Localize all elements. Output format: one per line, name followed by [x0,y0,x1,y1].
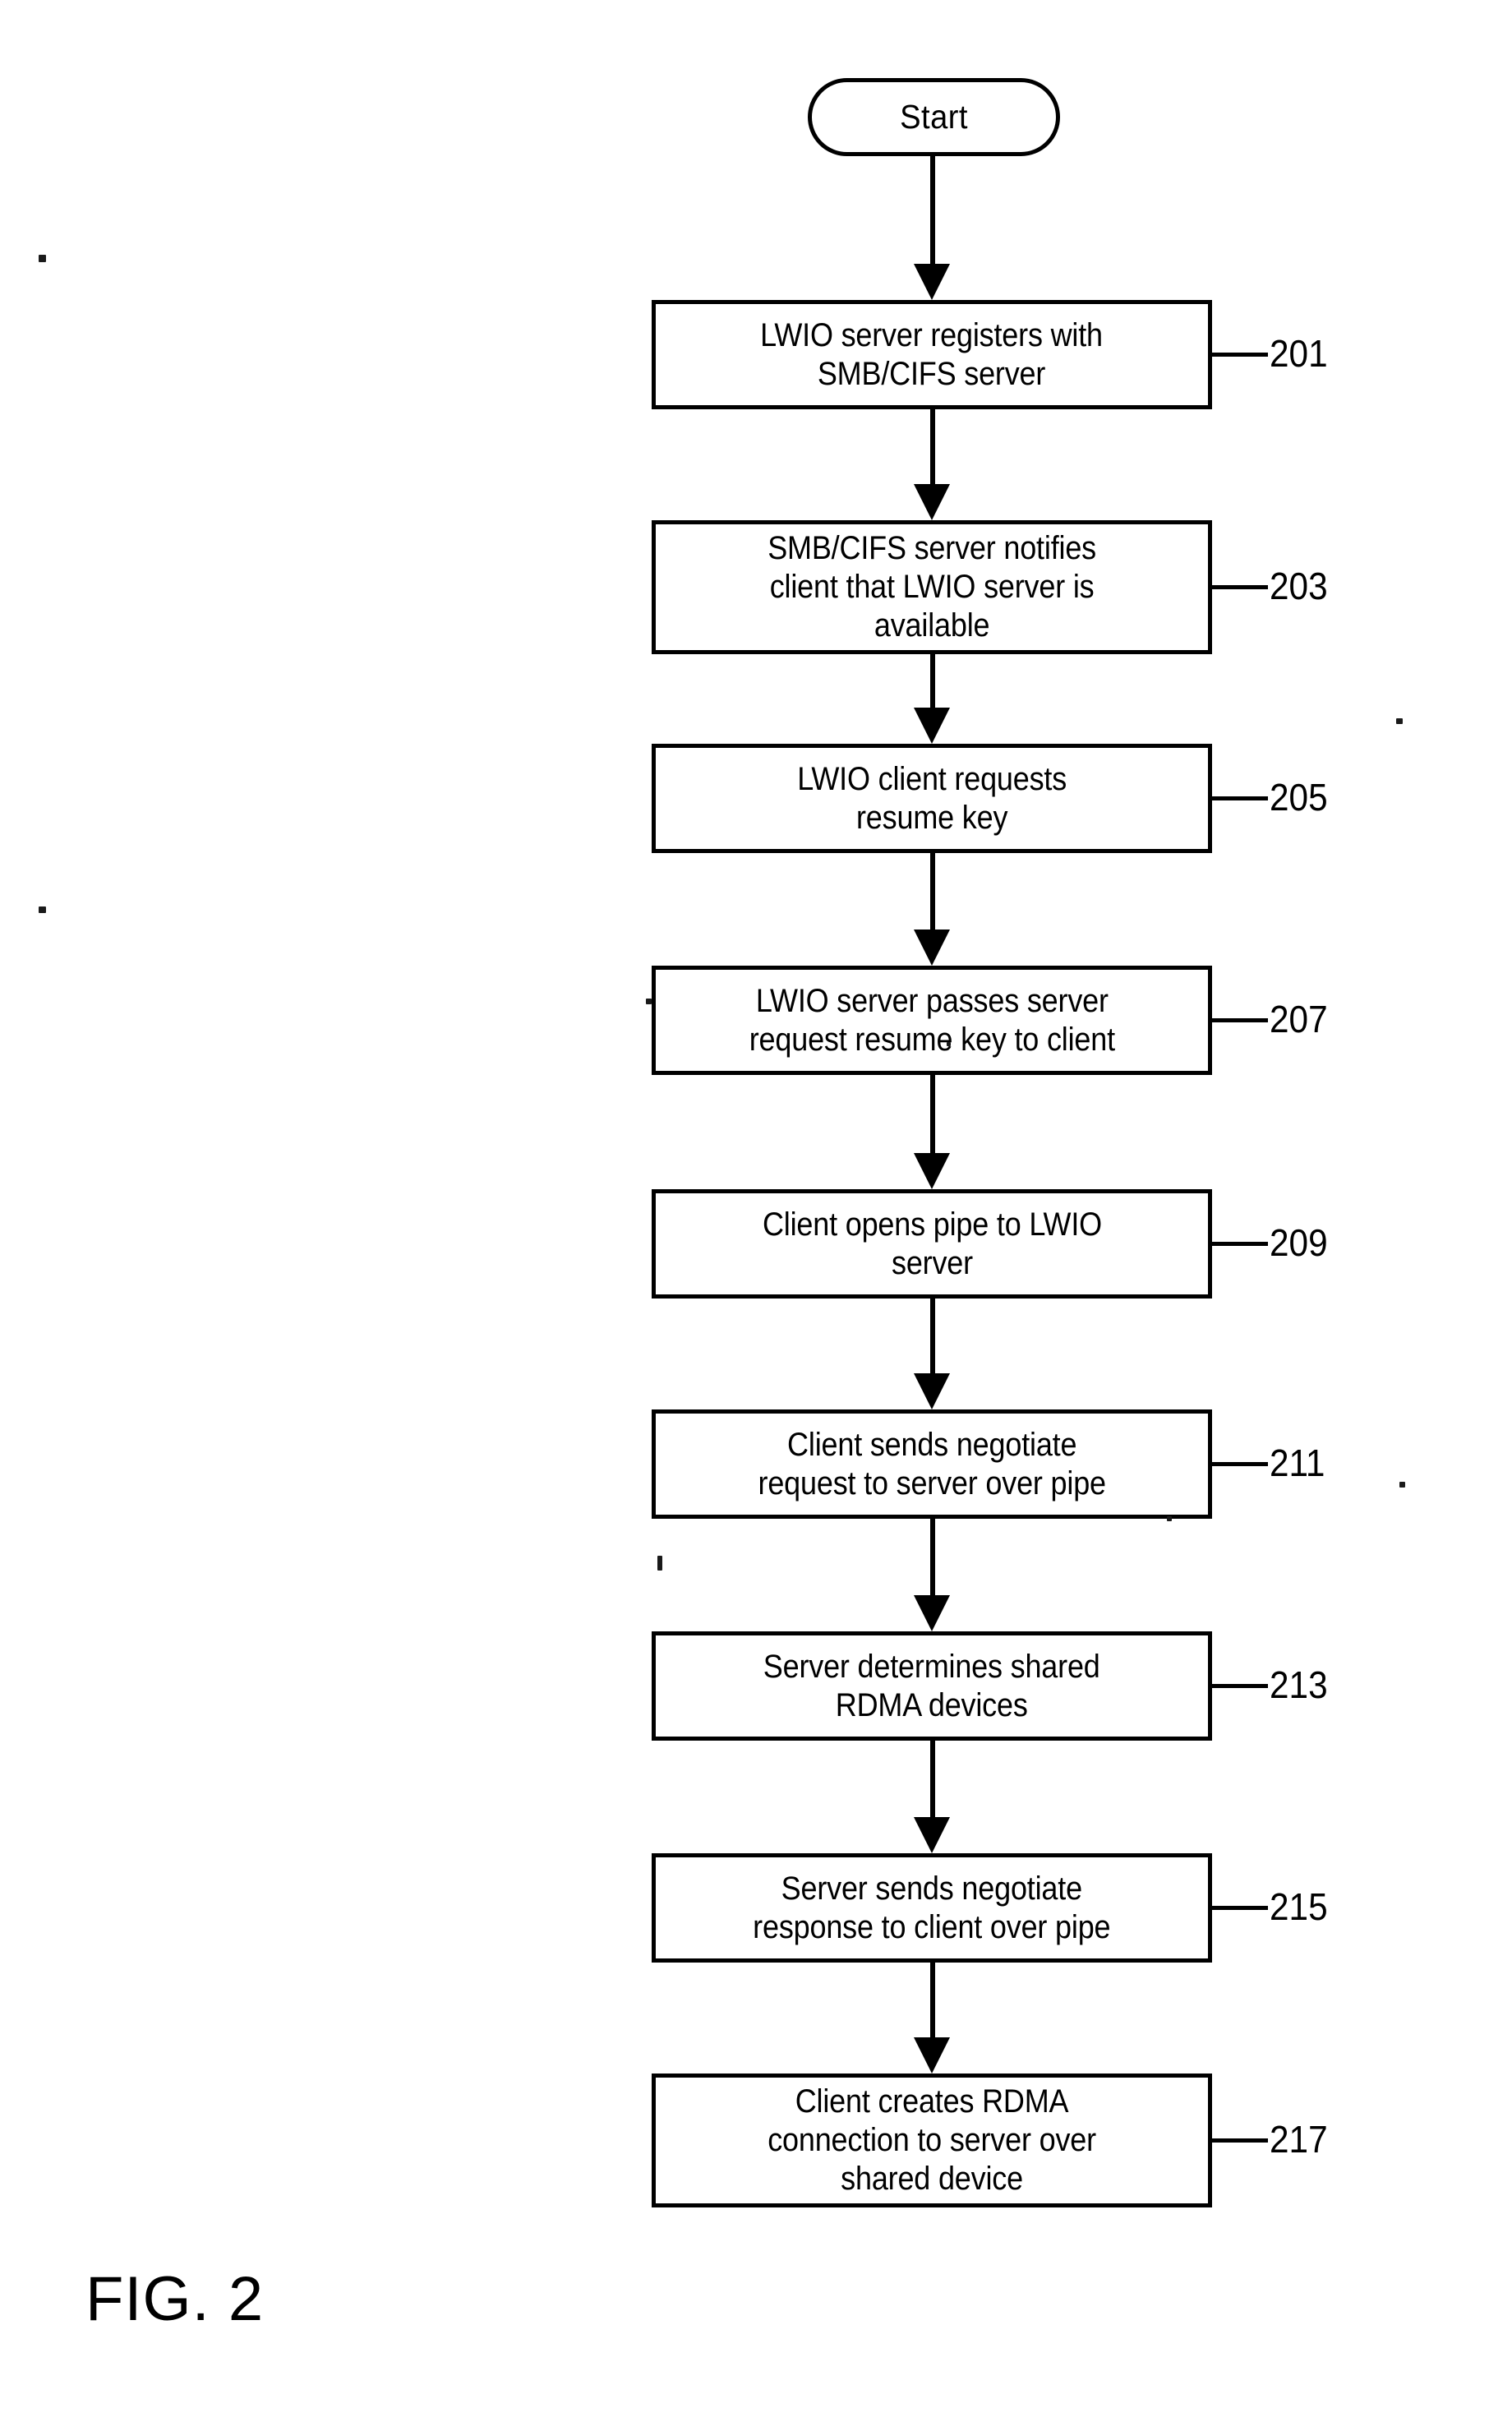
flowchart-step-label: LWIO client requests resume key [797,760,1067,836]
flow-connector-line [930,1963,935,2041]
flow-connector-arrowhead [914,2037,950,2074]
start-terminal-label: Start [900,98,968,136]
flowchart-step-label: Server determines shared RDMA devices [763,1648,1100,1723]
flow-connector-arrowhead [914,1373,950,1409]
flowchart-start-terminal: Start [808,78,1060,156]
reference-numeral-text: 217 [1270,2117,1328,2161]
flow-connector-arrowhead [914,1817,950,1853]
reference-numeral-text: 213 [1270,1663,1328,1706]
flowchart-step-207: LWIO server passes server request resume… [652,966,1212,1075]
flow-connector-line [930,1299,935,1377]
flow-connector-line [930,156,935,267]
flowchart-step-label: Client creates RDMA connection to server… [768,2083,1096,2197]
patent-figure-canvas: Start LWIO server registers with SMB/CIF… [0,0,1512,2431]
flow-connector-arrowhead [914,930,950,966]
reference-leader-line [1212,585,1268,589]
reference-leader-line [1212,1684,1268,1688]
scan-speckle [39,906,46,913]
reference-numeral-text: 215 [1270,1884,1328,1928]
scan-speckle [947,1042,951,1046]
scan-speckle [1399,1482,1405,1488]
scan-speckle [657,1556,662,1571]
flowchart-step-label: LWIO server passes server request resume… [749,982,1115,1058]
reference-numeral-text: 205 [1270,775,1328,819]
flowchart-step-label: LWIO server registers with SMB/CIFS serv… [760,316,1104,392]
flow-connector-arrowhead [914,484,950,520]
reference-numeral-text: 201 [1270,331,1328,375]
reference-numeral-text: 207 [1270,997,1328,1040]
figure-caption: FIG. 2 [85,2264,265,2334]
flow-connector-line [930,409,935,487]
flow-connector-arrowhead [914,1595,950,1631]
flow-connector-line [930,1519,935,1598]
reference-leader-line [1212,1242,1268,1246]
flowchart-step-215: Server sends negotiate response to clien… [652,1853,1212,1963]
reference-leader-line [1212,2138,1268,2143]
reference-leader-line [1212,1018,1268,1022]
flowchart-step-label: Server sends negotiate response to clien… [753,1870,1111,1945]
scan-speckle [39,255,46,262]
reference-leader-line [1212,796,1268,800]
flowchart-step-label: SMB/CIFS server notifies client that LWI… [768,530,1096,644]
flowchart-step-213: Server determines shared RDMA devices [652,1631,1212,1741]
flow-connector-arrowhead [914,1153,950,1189]
flow-connector-line [930,1741,935,1820]
reference-leader-line [1212,353,1268,357]
flowchart-step-217: Client creates RDMA connection to server… [652,2074,1212,2207]
scan-speckle [1396,718,1403,724]
flow-connector-arrowhead [914,708,950,744]
reference-numeral-text: 211 [1270,1441,1325,1484]
flow-connector-arrowhead [914,264,950,300]
flowchart-step-203: SMB/CIFS server notifies client that LWI… [652,520,1212,654]
flow-connector-line [930,853,935,933]
flow-connector-line [930,654,935,711]
reference-leader-line [1212,1906,1268,1910]
flowchart-step-201: LWIO server registers with SMB/CIFS serv… [652,300,1212,409]
flowchart-step-label: Client sends negotiate request to server… [758,1426,1106,1502]
scan-speckle [646,999,652,1004]
flowchart-step-209: Client opens pipe to LWIO server [652,1189,1212,1299]
flow-connector-line [930,1075,935,1156]
flowchart-step-205: LWIO client requests resume key [652,744,1212,853]
reference-numeral-text: 203 [1270,564,1328,607]
flowchart-step-211: Client sends negotiate request to server… [652,1409,1212,1519]
reference-leader-line [1212,1462,1268,1466]
flowchart-step-label: Client opens pipe to LWIO server [762,1206,1102,1281]
reference-numeral-text: 209 [1270,1220,1328,1264]
scan-speckle [1167,1516,1172,1521]
